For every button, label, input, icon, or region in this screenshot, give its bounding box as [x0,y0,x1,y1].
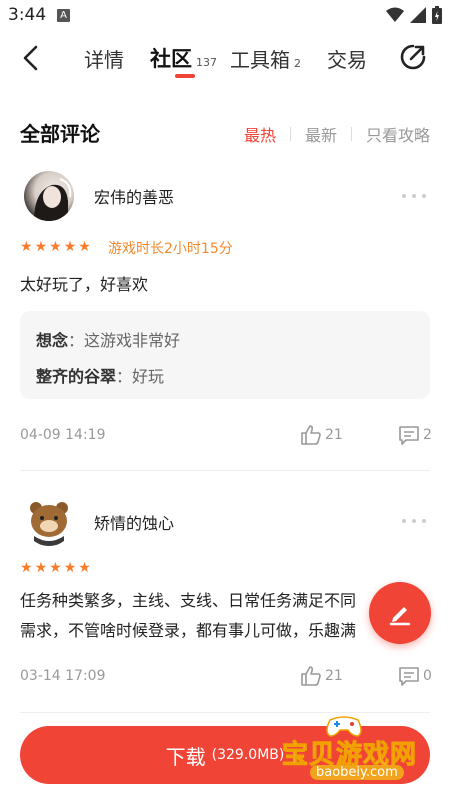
username[interactable]: 矫情的蚀心 [94,510,174,534]
reply-preview[interactable]: 想念：这游戏非常好 整齐的谷翠：好玩 [20,311,430,399]
reply-text: ：好玩 [116,367,165,386]
share-icon [400,44,426,70]
tab-trade[interactable]: 交易 [327,44,367,73]
sort-guides-only[interactable]: 只看攻略 [366,122,430,146]
comment-divider [20,470,430,471]
tab-toolbox-label: 工具箱 [230,48,290,72]
comments-header: 全部评论 最热 最新 只看攻略 [0,110,450,150]
bear-avatar-icon [30,502,68,546]
notification-icon: A [57,9,70,22]
top-nav: 详情 社区 137 工具箱 2 交易 [0,30,450,86]
status-bar: 3:44 A [0,0,450,30]
reply-text: ：这游戏非常好 [68,331,181,350]
star-icon: ★ [49,239,62,255]
pencil-icon [389,607,411,626]
sort-hot[interactable]: 最热 [244,122,276,146]
like-count: 21 [325,668,343,684]
more-options-icon[interactable] [402,193,426,199]
reply-item: 想念：这游戏非常好 [36,327,180,351]
star-icon: ★ [49,560,62,576]
sort-latest[interactable]: 最新 [305,122,337,146]
star-rating: ★ ★ ★ ★ ★ [20,240,91,254]
reply-count: 0 [423,668,432,684]
tab-details[interactable]: 详情 [84,44,124,73]
avatar[interactable] [24,496,74,546]
reply-button[interactable]: 2 [398,424,432,446]
sort-divider [289,127,291,141]
sort-options: 最热 最新 只看攻略 [244,122,430,146]
signal-icon [410,7,426,23]
watermark-url: baobeiy.com [310,765,404,780]
tab-toolbox-count: 2 [294,57,301,70]
tab-community-label: 社区 [150,47,192,71]
wifi-icon [386,7,404,22]
section-title: 全部评论 [20,122,100,146]
more-options-icon[interactable] [402,518,426,524]
reply-username: 想念 [36,331,69,350]
star-icon: ★ [63,239,77,255]
comment-icon [399,667,419,686]
tab-community-count: 137 [196,56,217,69]
star-icon: ★ [34,560,48,576]
reply-button[interactable]: 0 [398,665,432,687]
star-icon: ★ [20,239,33,255]
comment-date: 03-14 17:09 [20,668,106,684]
star-icon: ★ [78,560,91,576]
tab-toolbox[interactable]: 工具箱 2 [230,44,301,73]
star-icon: ★ [34,239,48,255]
tab-trade-label: 交易 [327,48,367,72]
like-button[interactable]: 21 [300,424,343,446]
status-time: 3:44 [8,5,47,25]
thumbs-up-icon [301,666,321,686]
tab-community[interactable]: 社区 137 [150,43,217,73]
reply-item: 整齐的谷翠：好玩 [36,363,164,387]
avatar[interactable] [24,171,74,221]
active-tab-indicator [175,74,195,78]
like-count: 21 [325,427,343,443]
share-button[interactable] [398,42,428,72]
back-button[interactable] [14,40,46,76]
status-icons [386,6,442,24]
back-arrow-icon [23,45,38,71]
comment-text: 太好玩了，好喜欢 [20,275,149,294]
star-icon: ★ [63,560,77,576]
watermark: 宝贝游戏网 baobeiy.com [276,712,448,790]
sort-divider [350,127,352,141]
comment-date: 04-09 14:19 [20,427,106,443]
battery-icon [432,6,442,24]
thumbs-up-icon [301,425,321,445]
star-icon: ★ [78,239,91,255]
tab-details-label: 详情 [84,48,124,72]
comment-icon [399,426,419,445]
download-size: (329.0MB) [211,747,285,763]
app-screen: 3:44 A 详情 社区 137 工具箱 2 交易 全部评论 最热 最新 只看攻… [0,0,450,800]
playtime: 游戏时长2小时15分 [108,241,233,257]
avatar-portrait-icon [34,178,72,221]
star-rating: ★ ★ ★ ★ ★ [20,561,91,575]
star-icon: ★ [20,560,33,576]
download-label: 下载 [165,744,206,769]
username[interactable]: 宏伟的善恶 [94,184,174,208]
reply-username: 整齐的谷翠 [36,367,117,386]
like-button[interactable]: 21 [300,665,343,687]
reply-count: 2 [423,427,432,443]
comment-text-line: 需求，不管啥时候登录，都有事儿可做，乐趣满 [20,621,357,640]
write-comment-button[interactable] [369,582,431,644]
